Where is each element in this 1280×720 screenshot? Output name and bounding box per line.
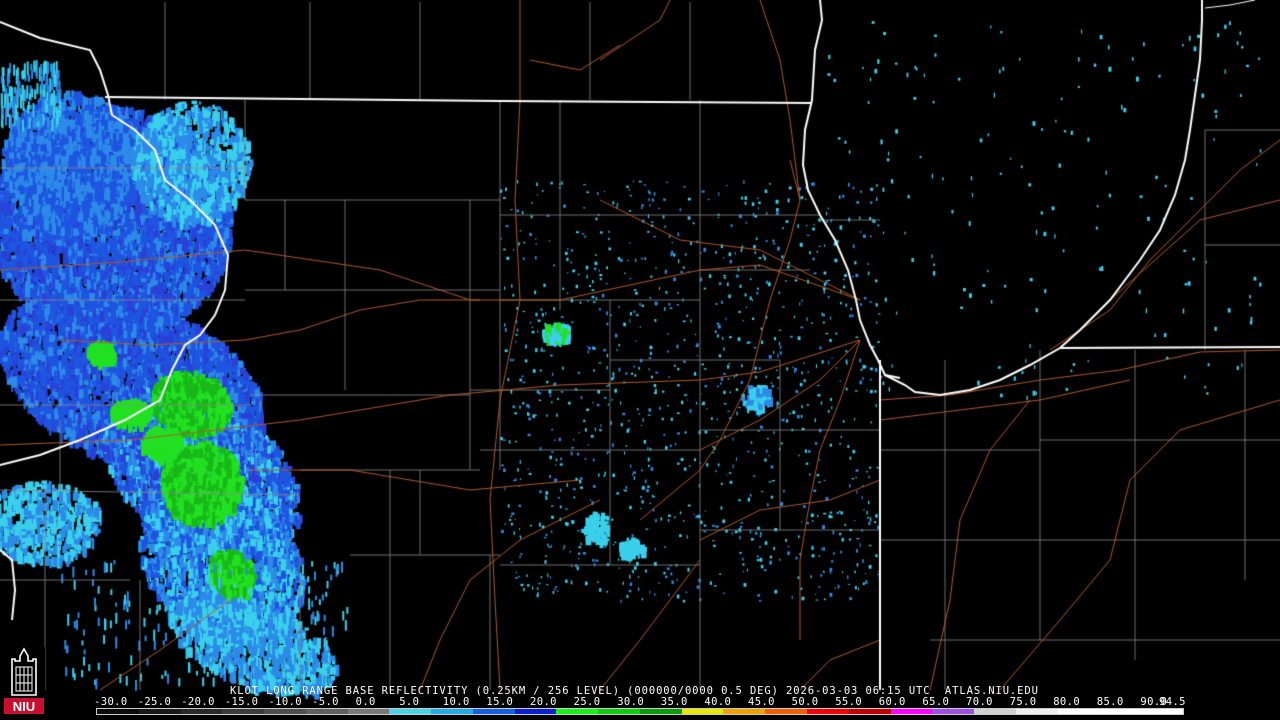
colorbar-segment [974, 709, 1016, 714]
colorbar-segment [431, 709, 473, 714]
colorbar-segment [890, 709, 933, 714]
logo-text: NIU [13, 699, 35, 714]
colorbar-tick-label: 75.0 [1009, 696, 1037, 708]
colorbar-segment [514, 709, 557, 714]
colorbar-segment [1015, 709, 1058, 714]
colorbar-tick-label: 15.0 [486, 696, 514, 708]
colorbar-tick-label: 70.0 [966, 696, 993, 708]
colorbar-tick-label: -15.0 [224, 696, 259, 708]
colorbar-tick-label: 0.0 [355, 696, 376, 708]
colorbar-tick-label: -25.0 [137, 696, 172, 708]
colorbar-segment [264, 709, 306, 714]
colorbar-segment [598, 709, 640, 714]
colorbar-segment [1099, 709, 1142, 714]
colorbar-segment [932, 709, 975, 714]
colorbar-tick-label: 60.0 [878, 696, 906, 708]
colorbar-tick-label: 35.0 [660, 696, 688, 708]
colorbar-tick-label: 20.0 [530, 696, 557, 708]
colorbar-segment [97, 709, 139, 714]
colorbar-tick-label: 25.0 [573, 696, 601, 708]
colorbar-tick-label: 65.0 [922, 696, 950, 708]
colorbar-segment [389, 709, 432, 714]
colorbar-tick-label: 30.0 [617, 696, 645, 708]
colorbar-tick-label: -10.0 [268, 696, 302, 708]
colorbar-tick-label: -30.0 [94, 696, 128, 708]
colorbar-tick-label: 50.0 [791, 696, 819, 708]
colorbar-tick-label: -20.0 [181, 696, 215, 708]
colorbar-segment [1141, 709, 1183, 714]
niu-tower-icon: NIU [3, 647, 45, 715]
reflectivity-colorbar [96, 708, 1184, 715]
colorbar-tick-label: -5.0 [312, 696, 339, 708]
colorbar-segment [765, 709, 808, 714]
colorbar-tick-label: 80.0 [1053, 696, 1081, 708]
colorbar-segment [347, 709, 390, 714]
colorbar-segment [180, 709, 223, 714]
colorbar-segment [639, 709, 682, 714]
colorbar-segment [556, 709, 599, 714]
colorbar-tick-label: 5.0 [399, 696, 420, 708]
colorbar-tick-label: 10.0 [442, 696, 470, 708]
colorbar-tick-label: 45.0 [748, 696, 775, 708]
colorbar-segment [472, 709, 515, 714]
colorbar-segment [1057, 709, 1100, 714]
colorbar-segment [222, 709, 265, 714]
colorbar-tick-label: 55.0 [835, 696, 863, 708]
radar-map [0, 0, 1280, 720]
colorbar-tick-label: 85.0 [1096, 696, 1124, 708]
colorbar-segment [305, 709, 348, 714]
colorbar-segment [138, 709, 181, 714]
colorbar-segment [681, 709, 724, 714]
colorbar-tick-label: 94.5 [1159, 696, 1186, 708]
colorbar-tick-label: 40.0 [704, 696, 732, 708]
colorbar-segment [807, 709, 849, 714]
colorbar-tick-labels: -30.0 -25.0 -20.0 -15.0 -10.0 -5.0 0.0 5.0 10.0 1… [94, 697, 1194, 708]
colorbar-segment [848, 709, 891, 714]
colorbar-segment [723, 709, 766, 714]
